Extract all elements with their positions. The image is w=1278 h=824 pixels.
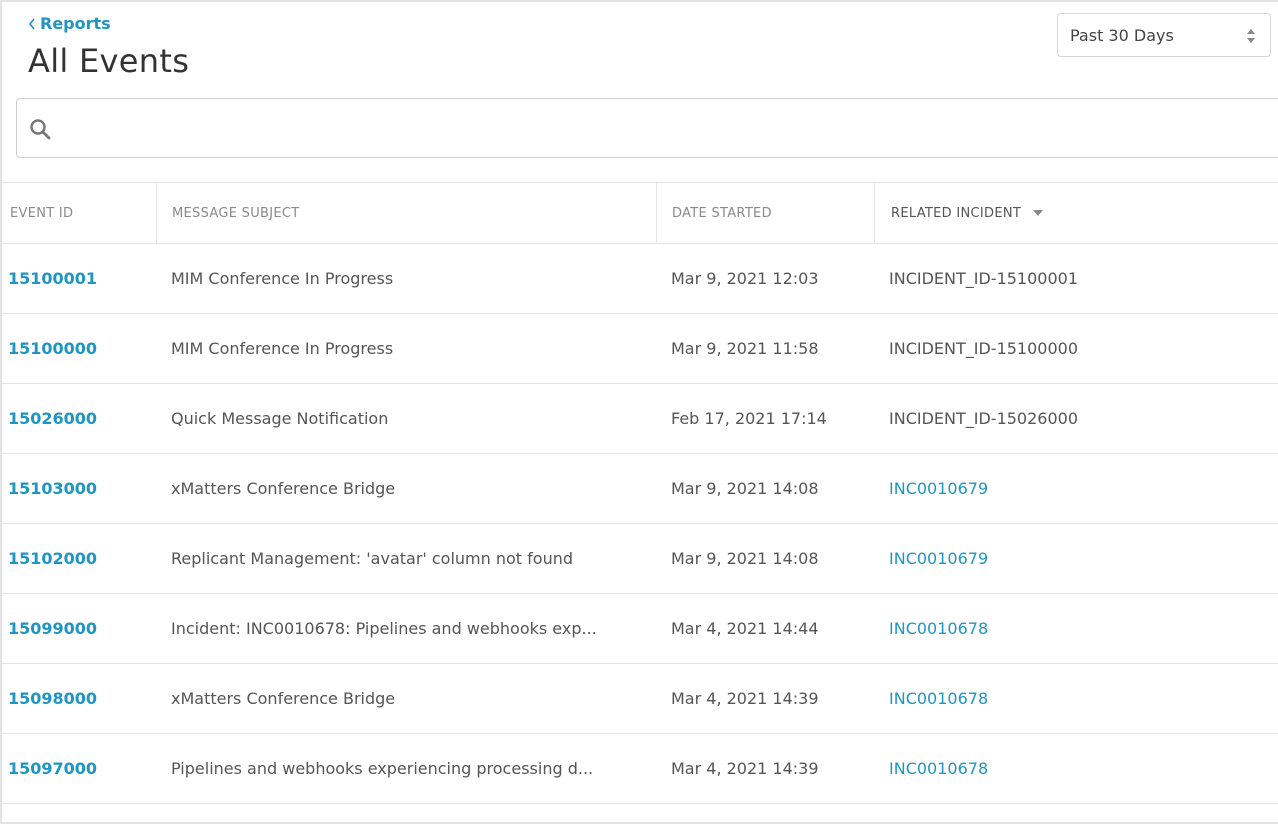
related-incident-link[interactable]: INC0010679 (889, 454, 988, 523)
table-row: 15098000 xMatters Conference Bridge Mar … (2, 664, 1278, 734)
message-subject-text: Replicant Management: 'avatar' column no… (171, 549, 574, 568)
message-subject-text: xMatters Conference Bridge (171, 689, 396, 708)
date-started: Mar 9, 2021 14:08 (671, 479, 819, 498)
related-incident: INCIDENT_ID-15026000 (889, 409, 1078, 428)
column-header-label: RELATED INCIDENT (891, 205, 1022, 221)
select-arrows-icon (1247, 29, 1255, 43)
search-box[interactable] (16, 98, 1278, 158)
chevron-left-icon (28, 18, 35, 29)
column-header-related-incident[interactable]: RELATED INCIDENT (875, 183, 1278, 243)
table-row: 15026000 Quick Message Notification Feb … (2, 384, 1278, 454)
related-incident: INCIDENT_ID-15100001 (889, 269, 1078, 288)
related-incident: INCIDENT_ID-15100000 (889, 339, 1078, 358)
related-incident-link[interactable]: INC0010678 (889, 664, 988, 733)
message-subject: Replicant Management: 'avatar' column no… (171, 524, 641, 593)
table-row: 15100000 MIM Conference In Progress Mar … (2, 314, 1278, 384)
date-started: Mar 9, 2021 11:58 (671, 339, 819, 358)
table-row: 15097000 Pipelines and webhooks experien… (2, 734, 1278, 804)
event-id-link[interactable]: 15099000 (8, 594, 97, 663)
column-header-label: DATE STARTED (672, 205, 772, 221)
table-row: 15100001 MIM Conference In Progress Mar … (2, 244, 1278, 314)
back-to-reports-link[interactable]: Reports (27, 14, 111, 33)
date-range-value: Past 30 Days (1070, 25, 1174, 45)
message-subject-text: xMatters Conference Bridge (171, 479, 396, 498)
related-incident-link[interactable]: INC0010679 (889, 524, 988, 593)
page-title: All Events (28, 42, 190, 80)
event-id-link[interactable]: 15103000 (8, 454, 97, 523)
column-header-label: MESSAGE SUBJECT (172, 205, 300, 221)
event-id-link[interactable]: 15097000 (8, 734, 97, 803)
column-header-label: EVENT ID (10, 205, 74, 221)
related-incident-link[interactable]: INC0010678 (889, 734, 988, 803)
event-id-link[interactable]: 15100001 (8, 244, 97, 313)
search-input[interactable] (65, 109, 1265, 147)
column-header-date-started[interactable]: DATE STARTED (657, 183, 875, 243)
search-icon (30, 119, 51, 140)
event-id-link[interactable]: 15100000 (8, 314, 97, 383)
back-link-label: Reports (40, 14, 111, 33)
event-id-link[interactable]: 15102000 (8, 524, 97, 593)
table-header: EVENT ID MESSAGE SUBJECT DATE STARTED RE… (2, 182, 1278, 244)
event-id-link[interactable]: 15026000 (8, 384, 97, 453)
table-row: 15099000 Incident: INC0010678: Pipelines… (2, 594, 1278, 664)
related-incident-link[interactable]: INC0010678 (889, 594, 988, 663)
message-subject-text: MIM Conference In Progress (171, 269, 394, 288)
date-range-select[interactable]: Past 30 Days (1057, 13, 1271, 57)
message-subject: MIM Conference In Progress (171, 314, 641, 383)
date-started: Mar 4, 2021 14:39 (671, 759, 819, 778)
column-header-event-id[interactable]: EVENT ID (2, 183, 157, 243)
table-body: 15100001 MIM Conference In Progress Mar … (2, 244, 1278, 804)
table-row: 15102000 Replicant Management: 'avatar' … (2, 524, 1278, 594)
date-started: Feb 17, 2021 17:14 (671, 409, 827, 428)
message-subject: Incident: INC0010678: Pipelines and webh… (171, 594, 641, 663)
events-table: EVENT ID MESSAGE SUBJECT DATE STARTED RE… (2, 182, 1278, 804)
date-started: Mar 4, 2021 14:39 (671, 689, 819, 708)
message-subject: xMatters Conference Bridge (171, 664, 641, 733)
message-subject-text: Pipelines and webhooks experiencing proc… (171, 759, 594, 778)
column-header-message-subject[interactable]: MESSAGE SUBJECT (157, 183, 657, 243)
event-id-link[interactable]: 15098000 (8, 664, 97, 733)
message-subject: Pipelines and webhooks experiencing proc… (171, 734, 641, 803)
date-started: Mar 4, 2021 14:44 (671, 619, 819, 638)
message-subject: Quick Message Notification (171, 384, 641, 453)
message-subject-text: Quick Message Notification (171, 409, 389, 428)
message-subject-text: Incident: INC0010678: Pipelines and webh… (171, 619, 597, 638)
message-subject: MIM Conference In Progress (171, 244, 641, 313)
table-row: 15103000 xMatters Conference Bridge Mar … (2, 454, 1278, 524)
date-started: Mar 9, 2021 12:03 (671, 269, 819, 288)
message-subject: xMatters Conference Bridge (171, 454, 641, 523)
sort-down-icon (1033, 210, 1044, 216)
date-started: Mar 9, 2021 14:08 (671, 549, 819, 568)
message-subject-text: MIM Conference In Progress (171, 339, 394, 358)
